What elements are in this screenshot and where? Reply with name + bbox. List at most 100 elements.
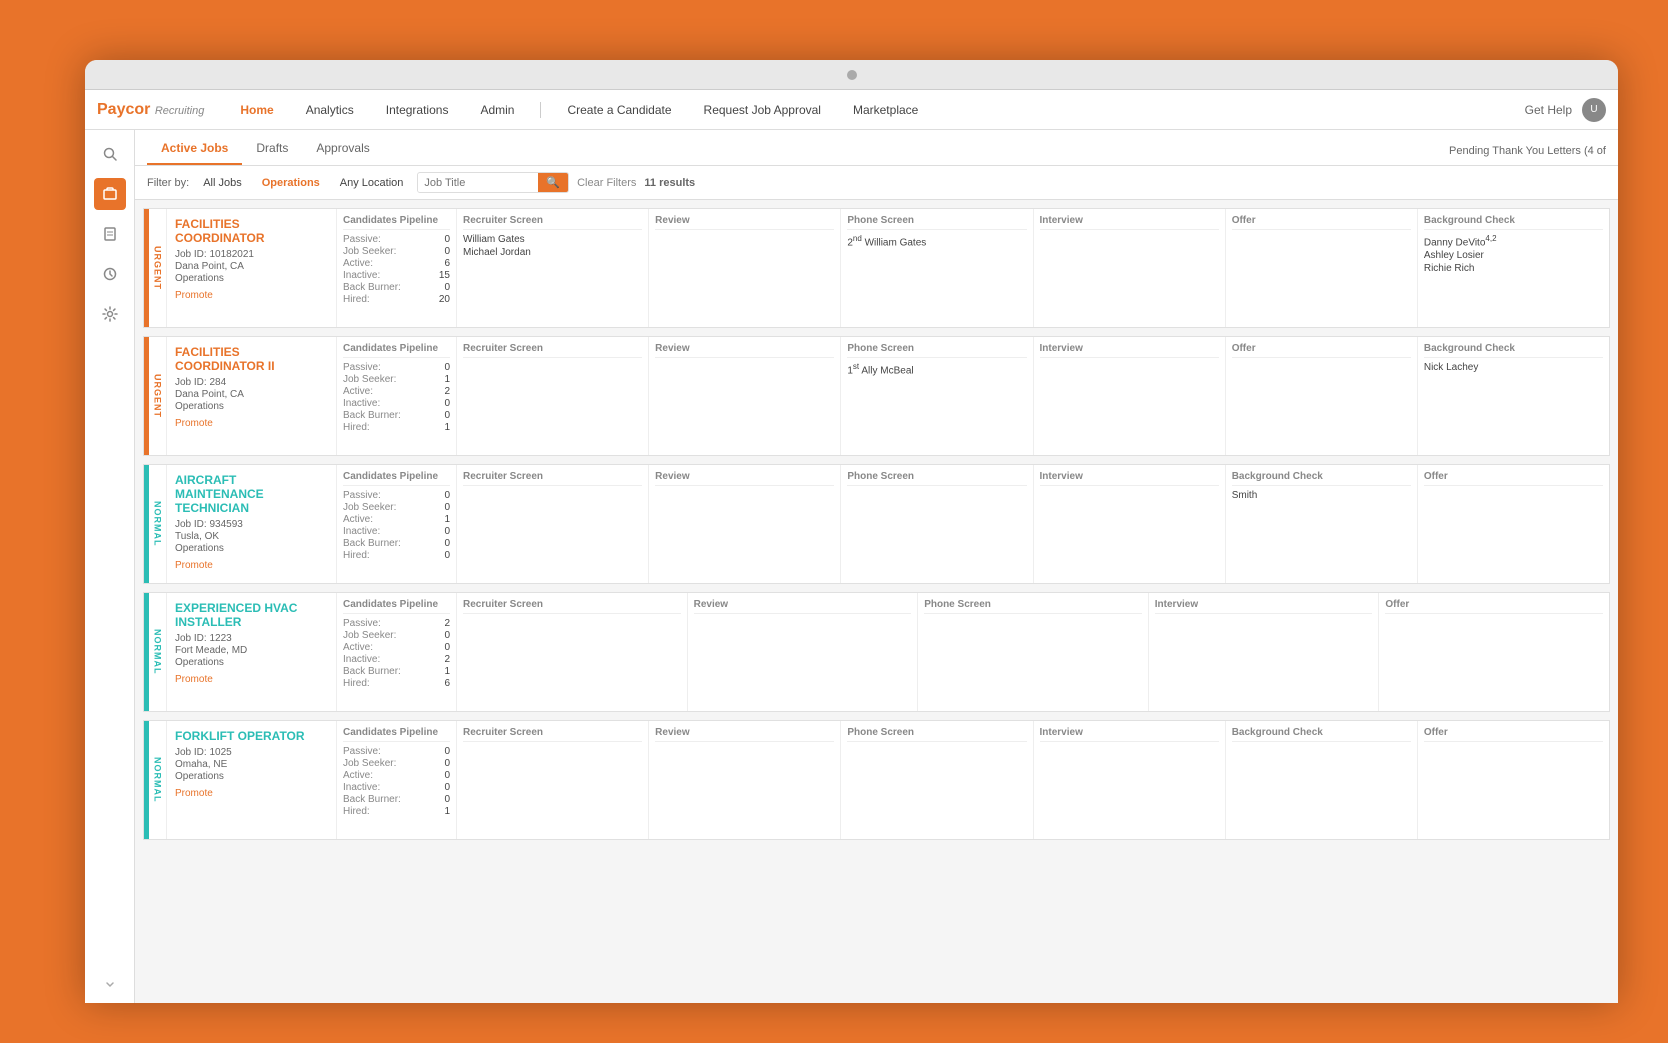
job-title[interactable]: EXPERIENCED HVAC INSTALLER: [175, 601, 328, 629]
nav-separator: [540, 102, 541, 118]
get-help-link[interactable]: Get Help: [1525, 103, 1572, 117]
job-title[interactable]: AIRCRAFT MAINTENANCE TECHNICIAN: [175, 473, 328, 515]
results-count: 11 results: [644, 177, 695, 189]
clear-filters-button[interactable]: Clear Filters: [577, 177, 636, 189]
sidebar-chevron-icon[interactable]: [103, 978, 117, 995]
review-header: Review: [655, 343, 834, 358]
job-location: Fort Meade, MD: [175, 645, 328, 656]
job-info: FACILITIES COORDINATOR Job ID: 10182021 …: [167, 209, 337, 327]
job-location: Dana Point, CA: [175, 261, 328, 272]
candidate-name[interactable]: Richie Rich: [1424, 263, 1603, 274]
nav-admin[interactable]: Admin: [474, 99, 520, 121]
job-title[interactable]: FACILITIES COORDINATOR II: [175, 345, 328, 373]
nav-integrations[interactable]: Integrations: [380, 99, 455, 121]
phone-screen-col: Phone Screen 2nd William Gates: [841, 209, 1033, 327]
review-col: Review: [688, 593, 919, 711]
candidates-header: Candidates Pipeline: [343, 343, 450, 358]
candidate-name[interactable]: Smith: [1232, 490, 1411, 501]
phone-header: Phone Screen: [847, 343, 1026, 358]
recruiter-header: Recruiter Screen: [463, 343, 642, 358]
job-promote[interactable]: Promote: [175, 560, 328, 571]
job-promote[interactable]: Promote: [175, 290, 328, 301]
background-header: Background Check: [1424, 343, 1603, 358]
nav-analytics[interactable]: Analytics: [300, 99, 360, 121]
pending-notice: Pending Thank You Letters (4 of: [1449, 145, 1606, 165]
nav-request-approval[interactable]: Request Job Approval: [698, 99, 827, 121]
candidates-header: Candidates Pipeline: [343, 215, 450, 230]
sidebar-search-icon[interactable]: [94, 138, 126, 170]
urgency-col: NORMAL: [149, 465, 167, 583]
recruiter-screen-col: Recruiter Screen: [457, 465, 649, 583]
offer-col: Offer: [1226, 337, 1418, 455]
user-avatar[interactable]: U: [1582, 98, 1606, 122]
job-title[interactable]: FACILITIES COORDINATOR: [175, 217, 328, 245]
urgency-col: NORMAL: [149, 721, 167, 839]
background-header: Background Check: [1232, 471, 1411, 486]
job-id: Job ID: 1025: [175, 747, 328, 758]
nav-create-candidate[interactable]: Create a Candidate: [561, 99, 677, 121]
job-title[interactable]: FORKLIFT OPERATOR: [175, 729, 328, 743]
review-col: Review: [649, 209, 841, 327]
recruiter-header: Recruiter Screen: [463, 599, 681, 614]
urgency-label: NORMAL: [153, 757, 163, 803]
urgency-label: NORMAL: [153, 501, 163, 547]
review-col: Review: [649, 721, 841, 839]
job-promote[interactable]: Promote: [175, 788, 328, 799]
review-header: Review: [655, 471, 834, 486]
offer-header: Offer: [1385, 599, 1603, 614]
offer-col: Offer: [1418, 721, 1609, 839]
candidate-name[interactable]: 2nd William Gates: [847, 234, 1026, 248]
interview-col: Interview: [1034, 337, 1226, 455]
tab-drafts[interactable]: Drafts: [242, 133, 302, 165]
filter-bar: Filter by: All Jobs Operations Any Locat…: [135, 166, 1618, 200]
recruiter-header: Recruiter Screen: [463, 471, 642, 486]
tab-active-jobs[interactable]: Active Jobs: [147, 133, 242, 165]
urgency-col: URGENT: [149, 337, 167, 455]
filter-all-jobs[interactable]: All Jobs: [197, 175, 248, 191]
interview-col: Interview: [1034, 209, 1226, 327]
offer-header: Offer: [1424, 727, 1603, 742]
phone-screen-col: Phone Screen: [841, 465, 1033, 583]
job-promote[interactable]: Promote: [175, 418, 328, 429]
nav-home[interactable]: Home: [234, 99, 279, 121]
job-row: NORMAL FORKLIFT OPERATOR Job ID: 1025 Om…: [143, 720, 1610, 840]
recruiter-screen-col: Recruiter Screen William Gates Michael J…: [457, 209, 649, 327]
candidate-name[interactable]: Danny DeVito4,2: [1424, 234, 1603, 248]
background-col: Background Check: [1226, 721, 1418, 839]
app-logo: Paycor Recruiting: [97, 101, 204, 119]
jobs-content: Active Jobs Drafts Approvals Pending Tha…: [135, 130, 1618, 1003]
tab-approvals[interactable]: Approvals: [302, 133, 383, 165]
candidate-name[interactable]: Ashley Losier: [1424, 250, 1603, 261]
tabs: Active Jobs Drafts Approvals: [147, 133, 384, 165]
nav-marketplace[interactable]: Marketplace: [847, 99, 924, 121]
camera-dot: [847, 70, 857, 80]
candidate-name[interactable]: William Gates: [463, 234, 642, 245]
job-department: Operations: [175, 657, 328, 668]
candidate-name[interactable]: 1st Ally McBeal: [847, 362, 1026, 376]
candidate-name[interactable]: Michael Jordan: [463, 247, 642, 258]
job-title-search-input[interactable]: [418, 174, 538, 192]
review-col: Review: [649, 337, 841, 455]
candidate-name[interactable]: Nick Lachey: [1424, 362, 1603, 373]
sidebar-clock-icon[interactable]: [94, 258, 126, 290]
background-header: Background Check: [1232, 727, 1411, 742]
candidates-pipeline-col: Candidates Pipeline Passive:0 Job Seeker…: [337, 465, 457, 583]
interview-header: Interview: [1155, 599, 1373, 614]
offer-header: Offer: [1232, 343, 1411, 358]
recruiter-header: Recruiter Screen: [463, 727, 642, 742]
filter-any-location[interactable]: Any Location: [334, 175, 410, 191]
review-header: Review: [655, 727, 834, 742]
phone-header: Phone Screen: [847, 471, 1026, 486]
search-button[interactable]: 🔍: [538, 173, 568, 192]
sidebar-settings-icon[interactable]: [94, 298, 126, 330]
job-promote[interactable]: Promote: [175, 674, 328, 685]
candidates-pipeline-col: Candidates Pipeline Passive:0 Job Seeker…: [337, 721, 457, 839]
sidebar-docs-icon[interactable]: [94, 218, 126, 250]
job-id: Job ID: 1223: [175, 633, 328, 644]
job-location: Omaha, NE: [175, 759, 328, 770]
filter-operations[interactable]: Operations: [256, 175, 326, 191]
background-col: Background Check Smith: [1226, 465, 1418, 583]
offer-col: Offer: [1418, 465, 1609, 583]
sidebar-jobs-icon[interactable]: [94, 178, 126, 210]
recruiter-screen-col: Recruiter Screen: [457, 337, 649, 455]
